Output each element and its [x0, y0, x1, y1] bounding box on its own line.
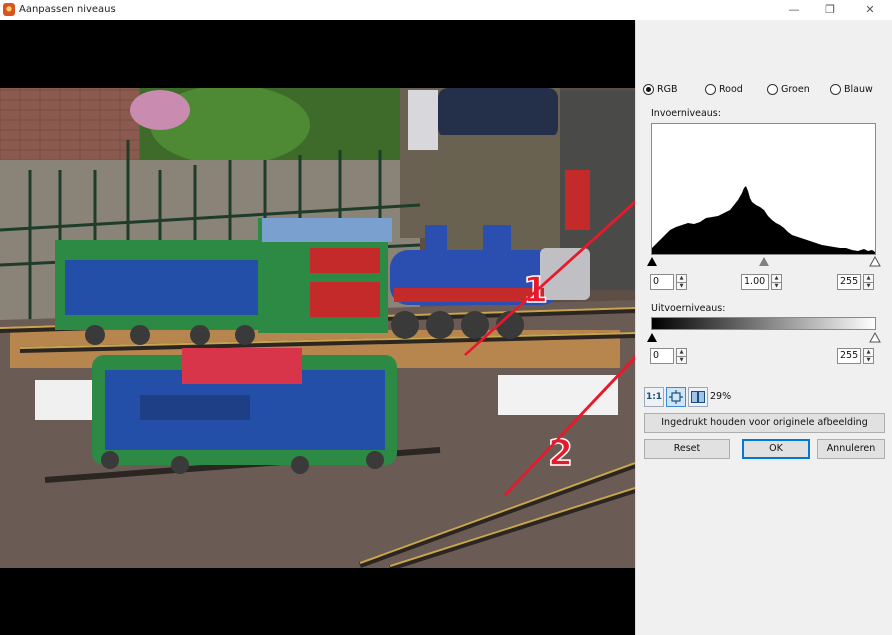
input-white-field[interactable]: 255	[837, 274, 861, 290]
maximize-button[interactable]: ❐	[811, 0, 849, 20]
output-black-field[interactable]: 0	[650, 348, 674, 364]
levels-panel: RGB Rood Groen Blauw Invoerniveaus: 0 ▲ ▼…	[635, 20, 892, 635]
spin-down-icon[interactable]: ▼	[863, 356, 874, 364]
channel-red-radio[interactable]: Rood	[705, 83, 743, 95]
output-white-field[interactable]: 255	[837, 348, 861, 364]
app-icon	[3, 3, 15, 16]
output-gradient-bar	[651, 317, 876, 330]
histogram-graph	[652, 186, 875, 254]
zoom-one-to-one-button[interactable]: 1:1	[644, 387, 664, 407]
title-bar: Aanpassen niveaus — ❐ ✕	[0, 0, 892, 20]
radio-indicator	[767, 83, 778, 95]
channel-red-label: Rood	[719, 83, 743, 95]
channel-green-radio[interactable]: Groen	[767, 83, 810, 95]
histogram	[651, 123, 876, 255]
input-gamma-field[interactable]: 1.00	[741, 274, 769, 290]
spin-up-icon[interactable]: ▲	[676, 274, 687, 283]
channel-rgb-label: RGB	[657, 83, 678, 95]
radio-indicator	[705, 83, 716, 95]
ok-button[interactable]: OK	[742, 439, 810, 459]
window-title: Aanpassen niveaus	[19, 4, 116, 15]
split-view-icon	[691, 391, 705, 403]
spin-up-icon[interactable]: ▲	[771, 274, 782, 283]
channel-green-label: Groen	[781, 83, 810, 95]
output-white-spinner[interactable]: 255 ▲ ▼	[837, 348, 874, 364]
radio-indicator	[830, 83, 841, 95]
output-levels-label: Uitvoerniveaus:	[651, 303, 726, 314]
input-white-spinner[interactable]: 255 ▲ ▼	[837, 274, 874, 290]
zoom-percent: 29%	[710, 391, 732, 402]
minimize-button[interactable]: —	[775, 0, 813, 20]
spin-down-icon[interactable]: ▼	[676, 356, 687, 364]
cancel-button[interactable]: Annuleren	[817, 439, 885, 459]
fit-to-window-button[interactable]	[666, 387, 686, 407]
spin-up-icon[interactable]: ▲	[676, 348, 687, 357]
channel-blue-label: Blauw	[844, 83, 873, 95]
spin-down-icon[interactable]: ▼	[863, 282, 874, 290]
input-black-slider-handle[interactable]	[647, 257, 657, 266]
output-white-slider-handle[interactable]	[869, 332, 881, 343]
channel-rgb-radio[interactable]: RGB	[643, 83, 677, 95]
output-level-sliders	[647, 332, 881, 343]
spin-down-icon[interactable]: ▼	[771, 282, 782, 290]
radio-selected-indicator	[643, 83, 654, 95]
fit-to-window-icon	[669, 390, 683, 404]
spin-down-icon[interactable]: ▼	[676, 282, 687, 290]
input-levels-label: Invoerniveaus:	[651, 108, 721, 119]
input-gamma-slider-handle[interactable]	[759, 257, 769, 266]
input-level-sliders	[647, 256, 881, 267]
input-black-spinner[interactable]: 0 ▲ ▼	[650, 274, 687, 290]
spin-up-icon[interactable]: ▲	[863, 348, 874, 357]
output-black-spinner[interactable]: 0 ▲ ▼	[650, 348, 687, 364]
hold-original-button[interactable]: Ingedrukt houden voor originele afbeeldi…	[644, 413, 885, 433]
input-white-slider-handle[interactable]	[869, 256, 881, 267]
split-view-button[interactable]	[688, 387, 708, 407]
close-button[interactable]: ✕	[851, 0, 889, 20]
reset-button[interactable]: Reset	[644, 439, 730, 459]
input-black-field[interactable]: 0	[650, 274, 674, 290]
output-black-slider-handle[interactable]	[647, 333, 657, 342]
spin-up-icon[interactable]: ▲	[863, 274, 874, 283]
input-gamma-spinner[interactable]: 1.00 ▲ ▼	[741, 274, 782, 290]
channel-blue-radio[interactable]: Blauw	[830, 83, 873, 95]
